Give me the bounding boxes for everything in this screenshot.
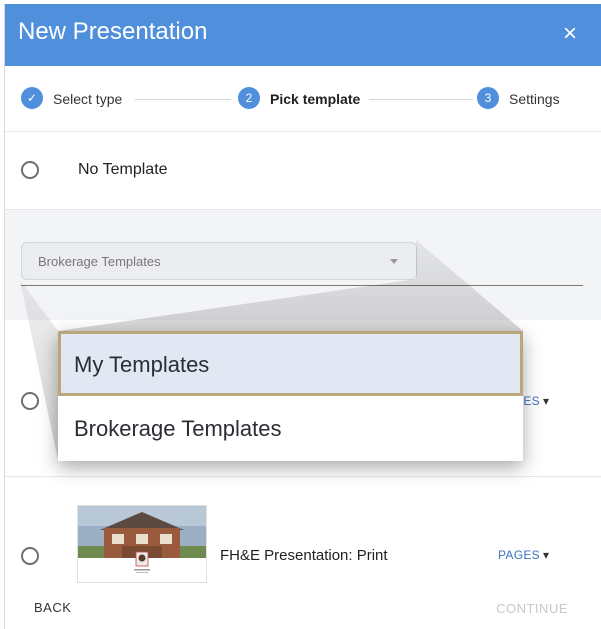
template-source-select[interactable]: Brokerage Templates: [21, 242, 417, 280]
template-row-fhe[interactable]: FH&E Presentation: Print PAGES ▾: [5, 477, 601, 583]
back-button[interactable]: BACK: [34, 600, 71, 615]
dropdown-option-brokerage-templates[interactable]: Brokerage Templates: [58, 396, 523, 461]
dropdown-option-my-templates[interactable]: My Templates: [58, 331, 523, 396]
step-1-check-icon: ✓: [21, 87, 43, 109]
step-connector: [135, 99, 231, 100]
step-3-number: 3: [477, 87, 499, 109]
dialog-footer: BACK CONTINUE: [5, 584, 601, 629]
template-source-value: Brokerage Templates: [38, 254, 161, 269]
chevron-down-icon: ▾: [542, 394, 550, 408]
template-source-dropdown: My Templates Brokerage Templates: [58, 331, 523, 461]
dialog-title: New Presentation: [18, 18, 208, 45]
step-3-label: Settings: [509, 91, 560, 107]
radio-fhe-template[interactable]: [21, 547, 39, 565]
pages-toggle-fhe[interactable]: PAGES ▾: [498, 548, 549, 562]
fhe-template-label: FH&E Presentation: Print: [220, 547, 388, 564]
option-no-template[interactable]: No Template: [5, 132, 601, 210]
new-presentation-dialog: New Presentation × ✓ Select type 2 Pick …: [4, 4, 601, 629]
step-2-label: Pick template: [270, 91, 361, 107]
step-2-number: 2: [238, 87, 260, 109]
stepper: ✓ Select type 2 Pick template 3 Settings: [5, 66, 601, 132]
option-label: Brokerage Templates: [74, 416, 282, 441]
chevron-down-icon: [390, 259, 398, 264]
step-1-label: Select type: [53, 91, 123, 107]
radio-template[interactable]: [21, 392, 39, 410]
radio-no-template[interactable]: [21, 161, 39, 179]
close-icon[interactable]: ×: [563, 22, 577, 46]
template-thumbnail: [77, 505, 207, 583]
house-image: [78, 506, 206, 582]
select-underline: [21, 285, 583, 286]
pages-label: PAGES: [498, 548, 540, 562]
chevron-down-icon: ▾: [542, 548, 550, 562]
continue-button[interactable]: CONTINUE: [496, 601, 568, 616]
step-connector: [369, 99, 473, 100]
dialog-header: New Presentation ×: [5, 4, 601, 66]
option-label: My Templates: [74, 352, 210, 377]
no-template-label: No Template: [78, 161, 168, 178]
